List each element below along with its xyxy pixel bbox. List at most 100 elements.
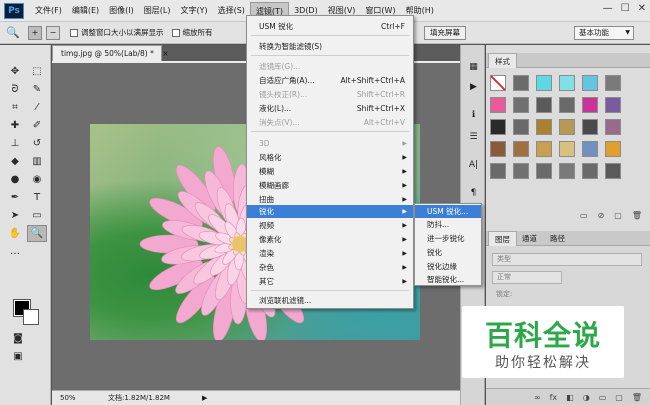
style-swatch[interactable] xyxy=(605,119,621,135)
close-tab-icon[interactable]: × xyxy=(162,49,168,58)
sharpen-item-sharpen[interactable]: 锐化 xyxy=(415,246,481,259)
pen-tool-icon[interactable]: ✒ xyxy=(5,189,25,206)
path-select-tool-icon[interactable]: ➤ xyxy=(5,207,25,224)
zoom-tool-icon[interactable]: 🔍 xyxy=(27,225,47,242)
menu-image[interactable]: 图像(I) xyxy=(104,2,139,20)
delete-layer-icon[interactable]: 🗑 xyxy=(632,393,642,402)
blur-tool-icon[interactable]: ● xyxy=(5,171,25,188)
style-swatch[interactable] xyxy=(490,141,506,157)
tab-layers[interactable]: 图层 xyxy=(488,231,517,246)
menu-type[interactable]: 文字(Y) xyxy=(175,2,212,20)
lasso-tool-icon[interactable]: ᘐ xyxy=(5,81,25,98)
layer-style-icon[interactable]: fx xyxy=(550,393,558,402)
layer-kind-filter[interactable]: 类型 xyxy=(492,253,642,266)
eyedropper-tool-icon[interactable]: ⁄ xyxy=(27,99,47,116)
sharpen-item-sharpen-edges[interactable]: 锐化边缘 xyxy=(415,260,481,273)
style-swatch[interactable] xyxy=(559,75,575,91)
hand-tool-icon[interactable]: ✋ xyxy=(5,225,25,242)
healing-brush-tool-icon[interactable]: ✚ xyxy=(5,117,25,134)
style-swatch[interactable] xyxy=(513,119,529,135)
type-tool-icon[interactable]: T xyxy=(27,189,47,206)
menu-layer[interactable]: 图层(L) xyxy=(139,2,176,20)
dodge-tool-icon[interactable]: ◉ xyxy=(27,171,47,188)
paragraph-panel-icon[interactable]: ¶ xyxy=(465,185,482,201)
move-tool-icon[interactable]: ✥ xyxy=(5,63,25,80)
clone-stamp-tool-icon[interactable]: ⊥ xyxy=(5,135,25,152)
tab-styles[interactable]: 样式 xyxy=(488,53,517,68)
menu-file[interactable]: 文件(F) xyxy=(30,2,67,20)
screen-mode-icon[interactable]: ▣ xyxy=(8,348,28,365)
link-layers-icon[interactable]: ∞ xyxy=(534,393,541,402)
style-swatch[interactable] xyxy=(490,163,506,179)
tab-paths[interactable]: 路径 xyxy=(544,231,571,246)
character-panel-icon[interactable]: A| xyxy=(465,157,482,173)
sharpen-item-unsharp-mask[interactable]: USM 锐化... xyxy=(415,205,481,218)
filter-item-convert-smart[interactable]: 转换为智能滤镜(S) xyxy=(247,40,413,53)
style-swatch[interactable] xyxy=(513,163,529,179)
history-brush-tool-icon[interactable]: ↺ xyxy=(27,135,47,152)
filter-item-last-filter[interactable]: USM 锐化 Ctrl+F xyxy=(247,20,413,33)
status-menu-arrow-icon[interactable]: ▶ xyxy=(202,391,207,405)
history-panel-icon[interactable]: ▦ xyxy=(465,59,482,75)
marquee-tool-icon[interactable]: ⬚ xyxy=(27,63,47,80)
eraser-tool-icon[interactable]: ◆ xyxy=(5,153,25,170)
filter-item-pixelate[interactable]: 像素化 ▶ xyxy=(247,233,413,246)
create-style-icon[interactable]: ▢ xyxy=(614,211,622,220)
style-swatch[interactable] xyxy=(490,97,506,113)
status-zoom-level[interactable]: 50% xyxy=(60,391,76,405)
minimize-icon[interactable]: — xyxy=(603,3,613,14)
style-swatch[interactable] xyxy=(513,75,529,91)
style-swatch[interactable] xyxy=(513,141,529,157)
new-style-icon[interactable]: ▭ xyxy=(580,211,588,220)
gradient-tool-icon[interactable]: ▥ xyxy=(27,153,47,170)
maximize-icon[interactable]: ☐ xyxy=(621,3,630,14)
style-swatch[interactable] xyxy=(536,163,552,179)
zoom-in-option[interactable]: + xyxy=(28,25,42,40)
zoom-out-option[interactable]: − xyxy=(46,25,60,40)
default-style-swatch[interactable] xyxy=(490,75,506,91)
style-swatch[interactable] xyxy=(559,119,575,135)
filter-item-other[interactable]: 其它 ▶ xyxy=(247,275,413,288)
style-swatch[interactable] xyxy=(605,163,621,179)
style-swatch[interactable] xyxy=(513,97,529,113)
layer-mask-icon[interactable]: ◧ xyxy=(566,393,574,402)
clear-style-icon[interactable]: ⊘ xyxy=(598,211,605,220)
blend-mode-select[interactable]: 正常 xyxy=(492,271,562,284)
workspace-select[interactable]: 基本功能 ▼ xyxy=(574,26,634,40)
filter-item-render[interactable]: 渲染 ▶ xyxy=(247,247,413,260)
menu-select[interactable]: 选择(S) xyxy=(213,2,250,20)
filter-item-blur[interactable]: 模糊 ▶ xyxy=(247,165,413,178)
style-swatch[interactable] xyxy=(582,163,598,179)
style-swatch[interactable] xyxy=(582,141,598,157)
style-swatch[interactable] xyxy=(536,141,552,157)
brush-tool-icon[interactable]: ✐ xyxy=(27,117,47,134)
background-color-swatch[interactable] xyxy=(23,309,39,325)
sharpen-item-smart-sharpen[interactable]: 智能锐化... xyxy=(415,273,481,286)
actions-panel-icon[interactable]: ▶ xyxy=(465,79,482,95)
zoom-all-checkbox[interactable] xyxy=(171,28,180,37)
crop-tool-icon[interactable]: ⌗ xyxy=(5,99,25,116)
delete-style-icon[interactable]: 🗑 xyxy=(632,211,642,220)
style-swatch[interactable] xyxy=(605,141,621,157)
close-icon[interactable]: ✕ xyxy=(638,3,646,14)
document-tab[interactable]: timg.jpg @ 50%(Lab/8) * × xyxy=(52,45,169,61)
filter-item-liquify[interactable]: 液化(L)... Shift+Ctrl+X xyxy=(247,102,413,115)
style-swatch[interactable] xyxy=(582,97,598,113)
style-swatch[interactable] xyxy=(559,97,575,113)
rectangle-tool-icon[interactable]: ▭ xyxy=(27,207,47,224)
style-swatch[interactable] xyxy=(559,163,575,179)
style-swatch[interactable] xyxy=(582,75,598,91)
quick-mask-icon[interactable]: ◙ xyxy=(8,330,28,347)
style-swatch[interactable] xyxy=(536,97,552,113)
new-group-icon[interactable]: ▭ xyxy=(599,393,607,402)
info-panel-icon[interactable]: ℹ xyxy=(465,107,482,123)
style-swatch[interactable] xyxy=(605,75,621,91)
more-tools-icon[interactable]: … xyxy=(5,243,25,260)
style-swatch[interactable] xyxy=(559,141,575,157)
style-swatch[interactable] xyxy=(536,119,552,135)
tab-channels[interactable]: 通道 xyxy=(516,231,543,246)
filter-item-adaptive-wide-angle[interactable]: 自适应广角(A)... Alt+Shift+Ctrl+A xyxy=(247,74,413,87)
properties-panel-icon[interactable]: ☰ xyxy=(465,129,482,145)
menu-edit[interactable]: 编辑(E) xyxy=(67,2,104,20)
resize-window-checkbox[interactable] xyxy=(70,28,78,37)
